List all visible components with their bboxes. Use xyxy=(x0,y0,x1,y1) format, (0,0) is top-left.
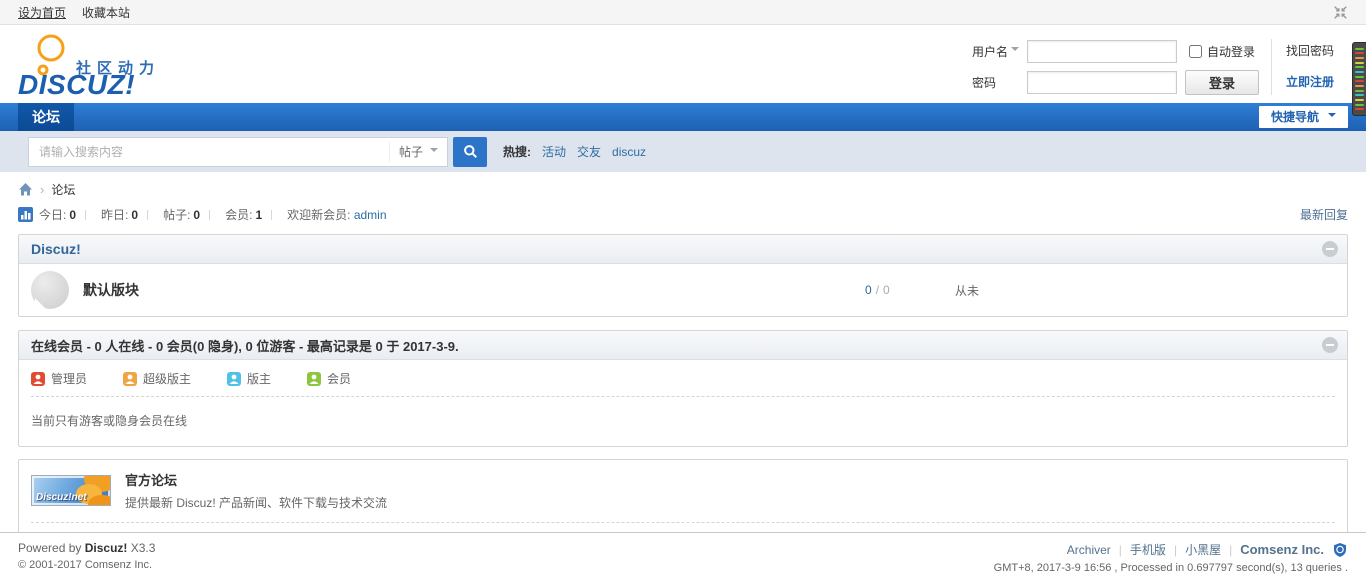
register-link[interactable]: 立即注册 xyxy=(1286,70,1334,95)
super-moderator-user-icon xyxy=(123,371,138,386)
find-password-link[interactable]: 找回密码 xyxy=(1286,39,1334,64)
auto-login-checkbox[interactable] xyxy=(1188,45,1202,58)
stat-yesterday: 昨日: 0 xyxy=(101,208,139,222)
home-icon[interactable] xyxy=(18,182,33,197)
official-forum-link[interactable]: 官方论坛 xyxy=(125,473,177,488)
username-dropdown-icon xyxy=(1010,47,1019,55)
header: 社区动力 DISCUZ! 用户名 自动登录 密码 登录 找回密码 立即注册 xyxy=(0,25,1366,103)
divider: | xyxy=(1229,542,1233,557)
powered-by: Powered by Discuz! X3.3 xyxy=(18,541,156,555)
comsenz-link[interactable]: Comsenz Inc. xyxy=(1240,542,1324,557)
discuz-net-banner[interactable]: Discuz!net xyxy=(31,475,111,506)
collapse-category-button[interactable] xyxy=(1322,241,1338,257)
stats-chart-icon xyxy=(18,207,33,222)
search-box: 帖子 xyxy=(28,136,448,167)
topbar-links: 设为首页 收藏本站 xyxy=(18,4,130,21)
forum-row: 默认版块 00 从未 xyxy=(19,264,1347,316)
search-input[interactable] xyxy=(29,138,389,165)
forum-name-link[interactable]: 默认版块 xyxy=(83,282,139,298)
category-panel: Discuz! 默认版块 00 从未 xyxy=(18,234,1348,317)
banner-text: Discuz!net xyxy=(36,492,87,503)
admin-user-icon xyxy=(31,371,45,386)
hot-link-activity[interactable]: 活动 xyxy=(542,143,566,160)
forum-thread-post-counts: 00 xyxy=(865,283,955,297)
password-input[interactable] xyxy=(1026,71,1177,94)
search-bar: 帖子 热搜: 活动 交友 discuz xyxy=(0,131,1366,172)
breadcrumb: › 论坛 xyxy=(0,172,1366,201)
online-empty-note: 当前只有游客或隐身会员在线 xyxy=(31,414,188,428)
member-user-icon xyxy=(307,371,322,386)
search-button[interactable] xyxy=(453,136,487,167)
login-button[interactable]: 登录 xyxy=(1184,70,1259,95)
moderator-user-icon xyxy=(227,371,242,386)
stat-posts: 帖子: 0 xyxy=(163,208,201,222)
forum-bubble-icon[interactable] xyxy=(31,271,69,310)
chevron-down-icon xyxy=(430,147,438,156)
hot-link-friends[interactable]: 交友 xyxy=(577,143,601,160)
legend-admin: 管理员 xyxy=(31,370,87,387)
collapse-window-icon[interactable] xyxy=(1333,5,1348,20)
footer: Powered by Discuz! X3.3 © 2001-2017 Coms… xyxy=(0,532,1366,574)
search-type-select[interactable]: 帖子 xyxy=(389,141,447,162)
topbar: 设为首页 收藏本站 xyxy=(0,0,1366,25)
hot-link-discuz[interactable]: discuz xyxy=(612,145,646,159)
legend-member: 会员 xyxy=(307,370,351,387)
password-label: 密码 xyxy=(971,76,996,90)
collapse-online-button[interactable] xyxy=(1322,337,1338,353)
legend-moderator: 版主 xyxy=(227,370,271,387)
category-header: Discuz! xyxy=(19,235,1347,264)
legend-super-moderator: 超级版主 xyxy=(123,370,191,387)
login-form: 用户名 自动登录 密码 登录 找回密码 立即注册 xyxy=(972,39,1334,95)
divider: | xyxy=(1118,542,1122,557)
latest-reply-link[interactable]: 最新回复 xyxy=(1300,206,1348,223)
stats-row: 今日: 0 昨日: 0 帖子: 0 会员: 1 欢迎新会员: admin 最新回复 xyxy=(0,201,1366,227)
search-icon xyxy=(463,145,477,159)
online-summary: 在线会员 - 0 人在线 - 0 会员(0 隐身), 0 位游客 - 最高记录是… xyxy=(31,338,459,354)
quick-nav-button[interactable]: 快捷导航 xyxy=(1258,106,1348,128)
stat-members: 会员: 1 xyxy=(225,208,263,222)
darkroom-link[interactable]: 小黑屋 xyxy=(1185,541,1221,558)
hot-search-label: 热搜: xyxy=(503,145,531,159)
category-title-link[interactable]: Discuz! xyxy=(31,241,81,257)
tab-forum[interactable]: 论坛 xyxy=(18,103,74,131)
online-header: 在线会员 - 0 人在线 - 0 会员(0 隐身), 0 位游客 - 最高记录是… xyxy=(19,331,1347,360)
breadcrumb-forum-link[interactable]: 论坛 xyxy=(51,181,75,198)
site-logo[interactable]: 社区动力 DISCUZ! xyxy=(18,33,218,101)
comsenz-shield-icon[interactable] xyxy=(1332,542,1348,558)
chevron-down-icon xyxy=(1328,113,1336,121)
set-home-link[interactable]: 设为首页 xyxy=(18,4,66,21)
official-forum-row: Discuz!net 官方论坛 提供最新 Discuz! 产品新闻、软件下载与技… xyxy=(19,460,1347,522)
newest-member-link[interactable]: admin xyxy=(354,208,387,222)
divider: | xyxy=(1173,542,1178,557)
archiver-link[interactable]: Archiver xyxy=(1067,543,1111,557)
breadcrumb-separator: › xyxy=(40,182,45,197)
copyright: © 2001-2017 Comsenz Inc. xyxy=(18,559,153,571)
forum-last-post: 从未 xyxy=(955,283,980,298)
online-panel: 在线会员 - 0 人在线 - 0 会员(0 隐身), 0 位游客 - 最高记录是… xyxy=(18,330,1348,447)
stat-today: 今日: 0 xyxy=(39,208,77,222)
username-input[interactable] xyxy=(1026,40,1177,63)
stat-welcome: 欢迎新会员: admin xyxy=(287,208,387,222)
official-forum-description: 提供最新 Discuz! 产品新闻、软件下载与技术交流 xyxy=(125,496,388,510)
server-info: GMT+8, 2017-3-9 16:56 , Processed in 0.6… xyxy=(993,562,1348,574)
online-legend: 管理员 超级版主 版主 会员 xyxy=(19,360,1347,396)
bookmark-link[interactable]: 收藏本站 xyxy=(82,4,130,21)
color-strip-widget[interactable] xyxy=(1352,42,1366,116)
logo-brand-text: DISCUZ! xyxy=(18,69,136,100)
mobile-link[interactable]: 手机版 xyxy=(1130,541,1166,558)
auto-login-label: 自动登录 xyxy=(1206,45,1255,59)
username-label[interactable]: 用户名 xyxy=(972,43,1019,60)
main-nav: 论坛 快捷导航 xyxy=(0,103,1366,131)
discuz-brand-link[interactable]: Discuz! xyxy=(85,541,128,555)
